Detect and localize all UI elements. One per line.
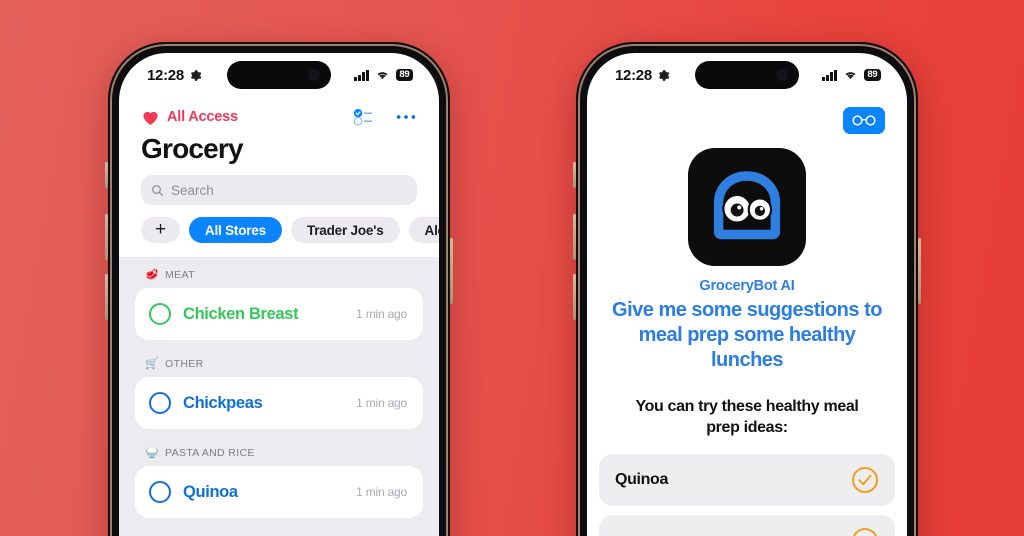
status-time-right: 12:28 bbox=[615, 66, 652, 84]
check-circle-icon[interactable] bbox=[851, 466, 879, 494]
grocery-list: 🥩 MEAT Chicken Breast 1 min ago 🛒 OTHER Chickp… bbox=[119, 257, 439, 536]
unchecked-circle-icon[interactable] bbox=[149, 392, 171, 414]
grocery-item-name: Chickpeas bbox=[183, 393, 263, 412]
grocerybot-logo bbox=[688, 148, 806, 266]
suggestion-name: Quinoa bbox=[615, 470, 669, 488]
status-indicators: 89 bbox=[354, 68, 413, 82]
unchecked-circle-icon[interactable] bbox=[149, 303, 171, 325]
phone-right: 12:28 89 GroceryBot AI Give me some sugg… bbox=[573, 42, 921, 536]
cellular-bars-icon bbox=[822, 69, 837, 81]
grocery-item-name: Quinoa bbox=[183, 482, 238, 501]
front-camera-icon bbox=[308, 69, 320, 81]
reader-mode-button[interactable] bbox=[843, 107, 885, 134]
suggestion-list: Quinoa bbox=[587, 453, 907, 536]
battery-indicator: 89 bbox=[395, 68, 413, 82]
cart-icon: 🛒 bbox=[145, 357, 160, 370]
add-store-chip[interactable]: + bbox=[141, 217, 180, 243]
store-chip[interactable]: Trader Joe's bbox=[290, 217, 400, 243]
grocery-item-row[interactable]: Chickpeas 1 min ago bbox=[135, 377, 423, 429]
user-prompt: Give me some suggestions to meal prep so… bbox=[612, 299, 882, 372]
volume-down-button-right[interactable] bbox=[573, 274, 576, 320]
section-header: 🥩 MEAT bbox=[119, 269, 439, 288]
search-icon bbox=[152, 184, 164, 196]
volume-down-button[interactable] bbox=[105, 274, 108, 320]
grocery-item-row[interactable]: Chicken Breast 1 min ago bbox=[135, 288, 423, 340]
right-top-bar bbox=[587, 97, 907, 134]
power-button-right[interactable] bbox=[918, 238, 921, 304]
grocery-item-timestamp: 1 min ago bbox=[356, 485, 407, 499]
suggestion-row[interactable]: Quinoa bbox=[599, 453, 895, 506]
status-indicators-right: 89 bbox=[822, 68, 881, 82]
grocery-item-timestamp: 1 min ago bbox=[356, 307, 407, 321]
mute-switch-right[interactable] bbox=[573, 162, 576, 188]
store-chip[interactable]: All Stores bbox=[188, 217, 282, 243]
left-screen: 12:28 89 All Access Grocery Search + All… bbox=[119, 53, 439, 536]
status-bar-left: 12:28 89 bbox=[119, 53, 439, 97]
section-header: 🛒 OTHER bbox=[119, 358, 439, 377]
mute-switch[interactable] bbox=[105, 162, 108, 188]
grocery-item-row[interactable]: Quinoa 1 min ago bbox=[135, 466, 423, 518]
phone-left: 12:28 89 All Access Grocery Search + All… bbox=[105, 42, 453, 536]
unchecked-circle-icon[interactable] bbox=[149, 481, 171, 503]
bot-name: GroceryBot AI bbox=[699, 278, 795, 294]
grocery-item-timestamp: 1 min ago bbox=[356, 396, 407, 410]
bot-answer: You can try these healthy meal prep idea… bbox=[635, 397, 859, 436]
search-container: Search bbox=[119, 175, 439, 217]
status-time-group: 12:28 bbox=[147, 67, 202, 84]
status-bar-right: 12:28 89 bbox=[587, 53, 907, 97]
wifi-icon bbox=[377, 72, 388, 80]
battery-indicator: 89 bbox=[863, 68, 881, 82]
wifi-icon bbox=[845, 72, 856, 80]
section-title: OTHER bbox=[165, 358, 204, 370]
volume-up-button-right[interactable] bbox=[573, 214, 576, 260]
suggestion-row[interactable] bbox=[599, 514, 895, 536]
section-title: MEAT bbox=[165, 269, 195, 281]
grocery-item-name: Chicken Breast bbox=[183, 304, 299, 323]
dynamic-island bbox=[227, 61, 331, 89]
cellular-bars-icon bbox=[354, 69, 369, 81]
left-header-row: All Access bbox=[119, 97, 439, 127]
check-circle-icon[interactable] bbox=[851, 527, 879, 536]
search-input[interactable]: Search bbox=[141, 175, 417, 205]
search-placeholder: Search bbox=[171, 182, 214, 198]
checklist-icon[interactable] bbox=[353, 107, 375, 127]
status-time: 12:28 bbox=[147, 66, 184, 84]
section-title: PASTA AND RICE bbox=[165, 447, 255, 459]
front-camera-icon bbox=[776, 69, 788, 81]
grocerybot-robot-logo bbox=[713, 171, 781, 240]
section-header: 🍚 PASTA AND RICE bbox=[119, 447, 439, 466]
more-horizontal-icon[interactable] bbox=[395, 113, 417, 121]
status-time-group-right: 12:28 bbox=[615, 67, 670, 84]
power-button[interactable] bbox=[450, 238, 453, 304]
left-header-actions bbox=[353, 107, 417, 127]
page-title: Grocery bbox=[141, 133, 244, 164]
store-chip[interactable]: Aldi bbox=[408, 217, 439, 243]
gear-icon bbox=[658, 69, 670, 81]
rice-icon: 🍚 bbox=[145, 446, 160, 459]
store-filter-chips: + All Stores Trader Joe's Aldi bbox=[119, 217, 439, 257]
glasses-icon bbox=[852, 115, 876, 126]
all-access-label: All Access bbox=[167, 109, 238, 125]
all-access-badge[interactable]: All Access bbox=[141, 108, 238, 126]
heart-icon bbox=[143, 111, 158, 125]
dynamic-island bbox=[695, 61, 799, 89]
meat-icon: 🥩 bbox=[145, 268, 160, 281]
right-screen: 12:28 89 GroceryBot AI Give me some sugg… bbox=[587, 53, 907, 536]
volume-up-button[interactable] bbox=[105, 214, 108, 260]
gear-icon bbox=[190, 69, 202, 81]
